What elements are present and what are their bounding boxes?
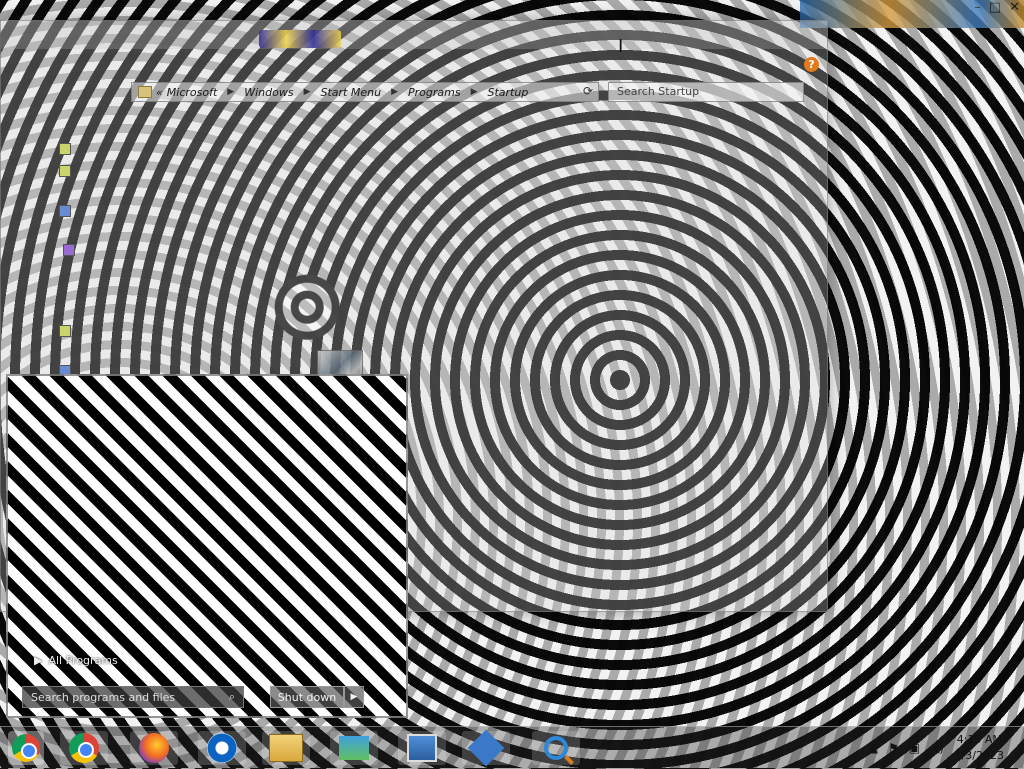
taskbar-my-computer[interactable] [398,731,446,765]
network-icon [339,736,369,760]
taskbar-edge[interactable] [198,731,246,765]
chrome-icon [69,733,99,763]
search-input[interactable]: Search Startup [608,82,804,102]
breadcrumb-start-menu[interactable]: Start Menu [321,86,382,99]
windows-logo-icon [12,734,40,762]
breadcrumb-microsoft[interactable]: Microsoft [167,86,218,99]
chevron-right-icon[interactable]: ▶ [385,87,404,97]
music-icon [63,244,75,256]
pictures-icon [59,205,71,217]
settings-icon [467,729,505,767]
folder-icon [138,86,152,98]
breadcrumb-windows[interactable]: Windows [244,86,293,99]
taskbar-chrome[interactable] [60,731,108,765]
search-icon: ⌕ [228,690,235,703]
address-bar[interactable]: « Microsoft ▶ Windows ▶ Start Menu ▶ Pro… [131,82,599,102]
shutdown-control: Shut down ▶ [270,686,364,708]
triangle-right-icon: ▶ [34,654,43,667]
taskbar-search[interactable] [532,731,580,765]
library-icon [59,143,71,155]
all-programs-button[interactable]: ▶ All Programs [34,654,118,667]
nav-item[interactable] [59,143,71,155]
breadcrumb-startup[interactable]: Startup [488,86,529,99]
search-programs-input[interactable]: Search programs and files ⌕ [22,686,244,708]
taskbar-file-explorer[interactable] [262,731,310,765]
nav-item[interactable] [59,205,71,217]
nav-item[interactable] [63,244,75,256]
all-programs-label: All Programs [48,654,118,667]
start-button[interactable] [8,731,44,765]
refresh-icon[interactable]: ⟳ [579,84,597,100]
taskbar-settings[interactable] [462,729,510,767]
search-programs-placeholder: Search programs and files [31,690,176,704]
minimize-button[interactable]: – [974,0,981,15]
show-hidden-icons-chevron-icon[interactable]: ▲ [869,741,878,755]
clock[interactable]: 4:13 AM 1/3/2023 [955,732,1004,764]
breadcrumb-programs[interactable]: Programs [408,86,461,99]
shutdown-button[interactable]: Shut down [270,686,344,708]
navigation-pane [1,113,171,377]
system-tray: ▲ ⚑ ▣ ◀) [869,741,944,755]
nav-item[interactable] [59,325,71,337]
breadcrumb-overflow[interactable]: « [156,86,163,99]
search-icon [544,736,568,760]
taskbar-network[interactable] [330,731,378,765]
clock-date: 1/3/2023 [954,749,1004,762]
taskbar: ▲ ⚑ ▣ ◀) 4:13 AM 1/3/2023 [0,726,1024,769]
library-icon [59,165,71,177]
maximize-button[interactable]: □ [989,0,1001,15]
chevron-right-icon[interactable]: ▶ [221,87,240,97]
title-bar[interactable]: I [1,21,827,56]
clock-time: 4:13 AM [956,733,1002,746]
taskbar-firefox[interactable] [130,731,178,765]
shutdown-options-arrow-icon[interactable]: ▶ [344,686,364,708]
chevron-right-icon[interactable]: ▶ [465,87,484,97]
network-status-icon[interactable]: ▣ [909,741,920,755]
nav-item[interactable] [59,165,71,177]
my-computer-icon [407,734,437,762]
help-icon[interactable]: ? [804,57,819,72]
firefox-icon [139,733,169,763]
start-menu: ▶ All Programs Search programs and files… [6,374,408,718]
file-explorer-icon [269,734,303,762]
title-ornament [259,30,341,48]
chevron-right-icon[interactable]: ▶ [298,87,317,97]
text-cursor-icon: I [618,36,624,57]
edge-icon [207,733,237,763]
close-button[interactable]: ✕ [1009,0,1020,15]
volume-icon[interactable]: ◀) [930,741,944,755]
flag-icon[interactable]: ⚑ [888,741,899,755]
computer-icon [59,325,71,337]
window-title-strip: – □ ✕ [800,0,1024,28]
